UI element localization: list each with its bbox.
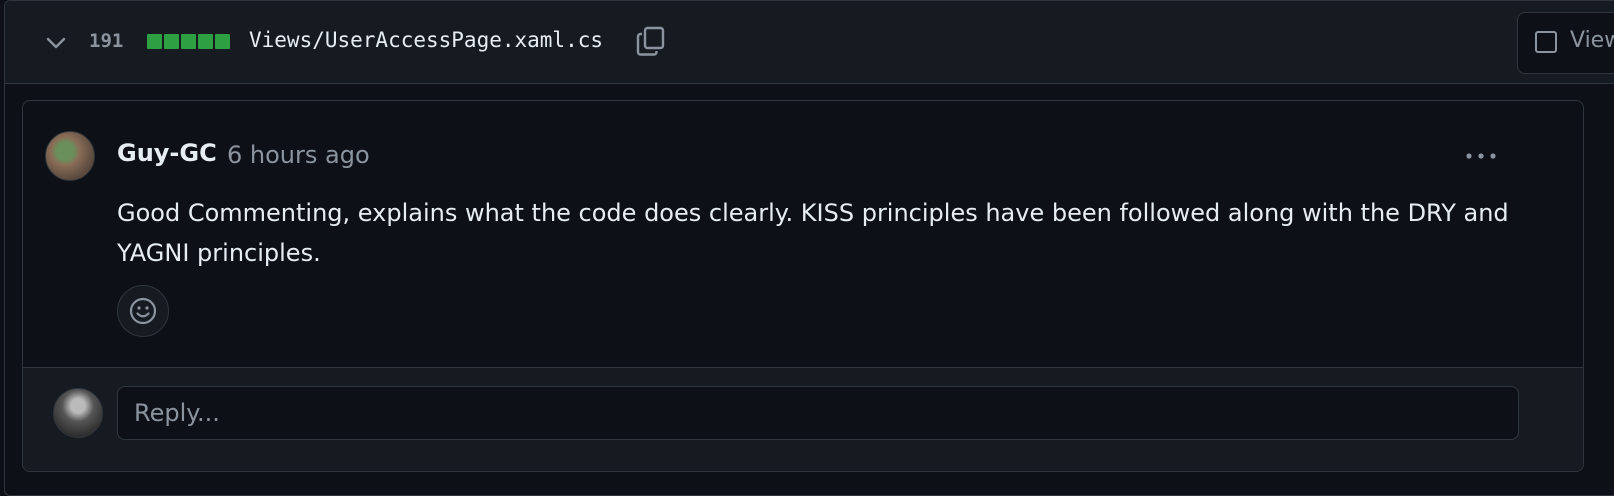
review-comment-thread: Guy-GC 6 hours ago Good Commenting, expl… bbox=[22, 100, 1584, 472]
change-count: 191 bbox=[89, 30, 124, 52]
avatar[interactable] bbox=[45, 131, 95, 181]
diffstat-block bbox=[147, 34, 162, 49]
comment-author[interactable]: Guy-GC bbox=[117, 139, 217, 167]
kebab-icon[interactable] bbox=[1455, 145, 1503, 167]
file-header: 191 Views/UserAccessPage.xaml.cs Viewed bbox=[5, 1, 1614, 84]
diffstat-block bbox=[164, 34, 179, 49]
comment-body: Good Commenting, explains what the code … bbox=[117, 199, 1509, 267]
diffstat-bar bbox=[147, 34, 230, 49]
reply-input[interactable] bbox=[117, 386, 1519, 440]
copy-icon[interactable] bbox=[635, 25, 667, 57]
add-reaction-button[interactable] bbox=[117, 285, 169, 337]
avatar bbox=[53, 388, 103, 438]
diffstat-block bbox=[181, 34, 196, 49]
smiley-icon bbox=[129, 297, 157, 325]
viewed-label: Viewed bbox=[1570, 28, 1614, 53]
diffstat-block bbox=[215, 34, 230, 49]
comment-timestamp[interactable]: 6 hours ago bbox=[227, 141, 370, 169]
reply-area bbox=[23, 367, 1583, 471]
viewed-checkbox[interactable] bbox=[1535, 31, 1557, 53]
diffstat-block bbox=[198, 34, 213, 49]
file-name[interactable]: Views/UserAccessPage.xaml.cs bbox=[249, 28, 603, 52]
chevron-down-icon[interactable] bbox=[45, 32, 67, 54]
viewed-toggle[interactable]: Viewed bbox=[1517, 12, 1614, 74]
